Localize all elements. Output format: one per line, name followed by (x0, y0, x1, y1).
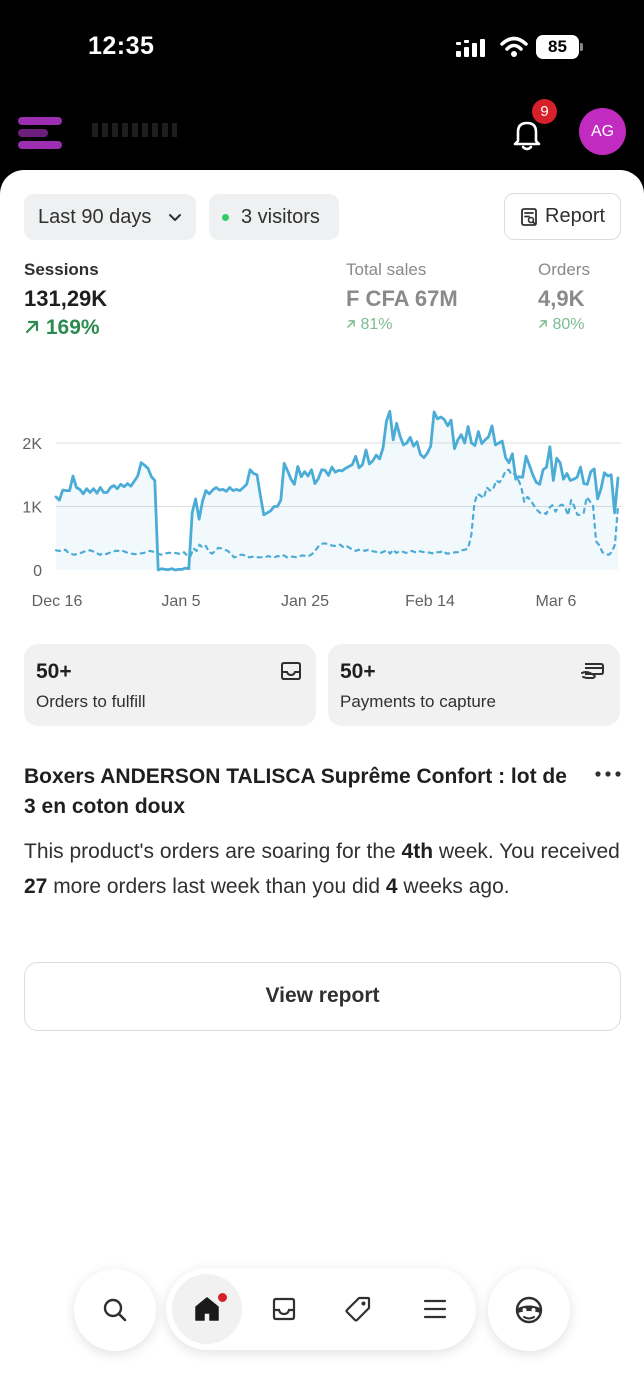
x-tick-label: Jan 5 (161, 593, 200, 610)
inbox-icon (281, 662, 301, 680)
view-report-button[interactable]: View report (24, 962, 621, 1031)
metric-value: 4,9K (538, 286, 585, 311)
metric-value: F CFA 67M (346, 286, 458, 311)
avatar[interactable]: AG (579, 108, 626, 155)
home-alert-dot (217, 1292, 228, 1303)
metric-label: Total sales (346, 260, 427, 279)
x-tick-label: Mar 6 (536, 593, 577, 610)
payment-icon (581, 663, 604, 679)
logo-stripe (18, 141, 62, 149)
search-icon (103, 1298, 127, 1322)
store-logo[interactable] (18, 107, 66, 152)
trend-up-icon (347, 320, 355, 328)
metric-delta: 169% (24, 316, 107, 340)
app-header: 9 AG (0, 95, 644, 175)
metric-label: Sessions (24, 260, 99, 279)
content-sheet: Last 90 days 3 visitors Report Sessions … (0, 170, 644, 1400)
nav-search-button[interactable] (74, 1269, 156, 1351)
report-icon (521, 208, 537, 226)
status-time: 12:35 (88, 32, 155, 60)
card-label: Payments to capture (340, 692, 496, 711)
menu-icon[interactable] (422, 1296, 448, 1322)
insight-weeks-ago: 4 (385, 875, 398, 898)
report-button-label: Report (545, 205, 606, 227)
metric-orders[interactable]: Orders 4,9K 80% (538, 260, 590, 334)
more-icon[interactable] (593, 764, 623, 784)
logo-stripe (18, 117, 62, 125)
insight-text-part: more orders last week than you did (47, 875, 386, 898)
wifi-icon (500, 36, 528, 57)
battery-icon: 85 (536, 35, 584, 59)
sessions-chart[interactable]: 2K 1K 0 Dec 16 Jan 5 Jan 25 Feb 14 Mar 6 (0, 385, 644, 615)
battery-level: 85 (536, 35, 579, 59)
trend-up-icon (539, 320, 547, 328)
live-visitors-pill[interactable]: 3 visitors (209, 194, 339, 240)
y-tick-label: 0 (33, 563, 42, 580)
x-tick-label: Jan 25 (281, 593, 329, 610)
logo-stripe (18, 129, 48, 137)
insight-week-count: 4th (401, 840, 434, 863)
x-tick-label: Feb 14 (405, 593, 455, 610)
metric-delta: 81% (346, 316, 458, 334)
insight-text: This product's orders are soaring for th… (24, 834, 624, 904)
trend-up-icon (25, 320, 39, 334)
metric-label: Orders (538, 260, 590, 279)
insight-order-count: 27 (24, 875, 48, 898)
card-value: 50+ (340, 660, 376, 683)
visitors-label: 3 visitors (241, 206, 320, 228)
signal-icon (456, 39, 485, 57)
bottom-nav (166, 1268, 476, 1350)
nav-sidekick-button[interactable] (488, 1269, 570, 1351)
notification-badge: 9 (532, 99, 557, 124)
battery-tip (580, 43, 583, 51)
card-value: 50+ (36, 660, 72, 683)
y-tick-label: 1K (22, 500, 42, 517)
card-label: Orders to fulfill (36, 692, 146, 711)
inbox-icon[interactable] (270, 1295, 298, 1323)
date-range-label: Last 90 days (38, 206, 152, 228)
metric-delta-value: 81% (360, 316, 393, 333)
x-tick-label: Dec 16 (32, 593, 83, 610)
live-dot-icon (222, 214, 229, 221)
series-area (56, 411, 618, 570)
chevron-down-icon (169, 214, 181, 221)
metric-value: 131,29K (24, 286, 108, 311)
insight-text-part: This product's orders are soaring for th… (24, 840, 402, 863)
date-range-selector[interactable]: Last 90 days (24, 194, 196, 240)
metric-sessions[interactable]: Sessions 131,29K 169% (24, 260, 107, 340)
insight-text-part: week. You received (433, 840, 620, 863)
product-title[interactable]: Boxers ANDERSON TALISCA Suprême Confort … (24, 762, 584, 822)
report-button[interactable]: Report (504, 193, 621, 240)
nav-home-button[interactable] (172, 1274, 242, 1344)
metric-delta-value: 80% (552, 316, 585, 333)
insight-text-part: weeks ago. (397, 875, 510, 898)
payments-to-capture-card[interactable]: 50+ Payments to capture (328, 644, 620, 726)
status-bar: 12:35 85 (0, 0, 644, 95)
metric-total-sales[interactable]: Total sales F CFA 67M 81% (346, 260, 458, 334)
tag-icon[interactable] (344, 1295, 372, 1323)
metric-delta-value: 169% (45, 316, 100, 339)
orders-to-fulfill-card[interactable]: 50+ Orders to fulfill (24, 644, 316, 726)
y-tick-label: 2K (22, 436, 42, 453)
sidekick-icon (515, 1296, 543, 1324)
metric-delta: 80% (538, 316, 590, 334)
store-name-redacted (92, 123, 177, 137)
